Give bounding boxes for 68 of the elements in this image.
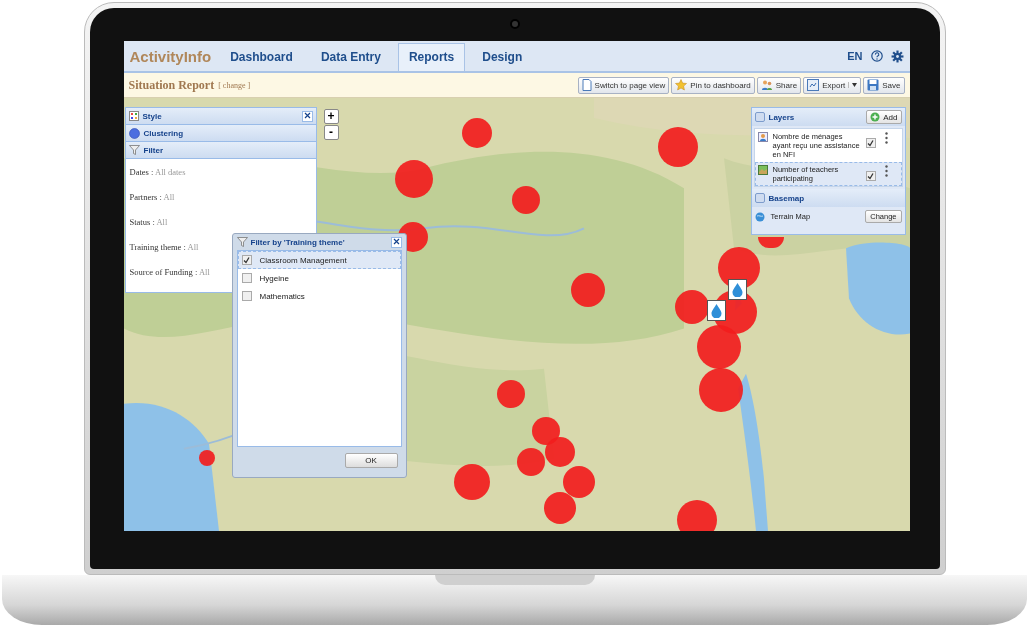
section-title: Style xyxy=(142,111,162,121)
option-label: Classroom Management xyxy=(259,255,347,265)
section-title: Basemap xyxy=(768,193,805,203)
add-button[interactable]: Add xyxy=(866,110,902,124)
map-marker[interactable] xyxy=(757,237,784,248)
close-icon xyxy=(303,111,311,119)
close-button[interactable] xyxy=(301,110,313,122)
people-icon xyxy=(757,132,768,142)
dialog-title: Filter by 'Training theme' xyxy=(250,237,345,247)
checkbox[interactable] xyxy=(865,171,876,181)
circle-icon xyxy=(128,127,140,139)
help-icon[interactable] xyxy=(870,50,883,62)
settings-icon[interactable] xyxy=(890,49,904,63)
check-icon xyxy=(243,256,250,264)
map-icon xyxy=(757,165,768,175)
funnel-icon xyxy=(236,237,248,247)
checkbox[interactable] xyxy=(865,138,876,148)
document-icon xyxy=(807,79,820,91)
caret-icon[interactable] xyxy=(848,82,858,88)
panel-section-header[interactable]: Style xyxy=(125,108,316,125)
camera-dot xyxy=(509,19,520,29)
nav-tab[interactable]: Design xyxy=(471,43,534,71)
nav-tab[interactable]: Reports xyxy=(397,43,466,71)
check-icon xyxy=(867,172,874,180)
more-icon[interactable] xyxy=(884,165,888,177)
toolbar-button[interactable]: Share xyxy=(756,76,802,94)
check-icon xyxy=(867,139,874,147)
filter-row[interactable]: Dates : All dates xyxy=(129,167,312,177)
nav-tab[interactable]: Dashboard xyxy=(219,43,304,71)
more-icon[interactable] xyxy=(884,132,888,144)
globe-icon xyxy=(754,211,765,222)
checkbox[interactable] xyxy=(241,291,252,301)
toolbar-button[interactable]: Pin to dashboard xyxy=(671,76,755,94)
section-title: Layers xyxy=(768,112,795,122)
panel-square-icon xyxy=(754,112,765,122)
checkbox[interactable] xyxy=(241,273,252,283)
option-label: Hygeine xyxy=(259,273,289,283)
panel-section-header[interactable]: Clustering xyxy=(125,125,316,142)
report-title: Situation Report xyxy=(128,77,215,93)
option-row[interactable]: Classroom Management xyxy=(237,251,401,269)
filter-row[interactable]: Partners : All xyxy=(129,192,312,202)
funnel-icon xyxy=(128,145,140,155)
toolbar-button[interactable]: Export xyxy=(803,76,862,94)
change-link[interactable]: [ change ] xyxy=(218,80,251,90)
ok-button[interactable]: OK xyxy=(344,452,398,468)
language-selector[interactable]: EN xyxy=(847,50,863,62)
nav-tab[interactable]: Data Entry xyxy=(309,43,392,71)
close-button[interactable] xyxy=(390,236,402,248)
checkbox[interactable] xyxy=(241,255,252,265)
page-icon xyxy=(581,79,592,91)
toolbar-button[interactable]: Switch to page view xyxy=(577,76,670,94)
toolbar-button[interactable]: Save xyxy=(863,76,905,94)
panel-section-header[interactable]: Filter xyxy=(125,142,316,159)
star-icon xyxy=(675,79,688,91)
section-title: Clustering xyxy=(143,128,184,138)
option-row[interactable]: Hygeine xyxy=(237,269,401,287)
palette-grid-icon xyxy=(128,111,139,121)
filter-row[interactable]: Status : All xyxy=(129,217,312,227)
water-drop-icon[interactable] xyxy=(727,279,747,300)
panel-square-icon xyxy=(754,193,765,203)
water-drop-icon[interactable] xyxy=(706,300,726,321)
section-title: Filter xyxy=(143,145,164,155)
plus-circle-icon xyxy=(870,112,881,122)
close-icon xyxy=(392,237,400,245)
people-icon xyxy=(760,79,773,91)
option-label: Mathematics xyxy=(259,291,305,301)
app-logo: ActivityInfo xyxy=(129,47,212,65)
option-row[interactable]: Mathematics xyxy=(237,287,401,305)
